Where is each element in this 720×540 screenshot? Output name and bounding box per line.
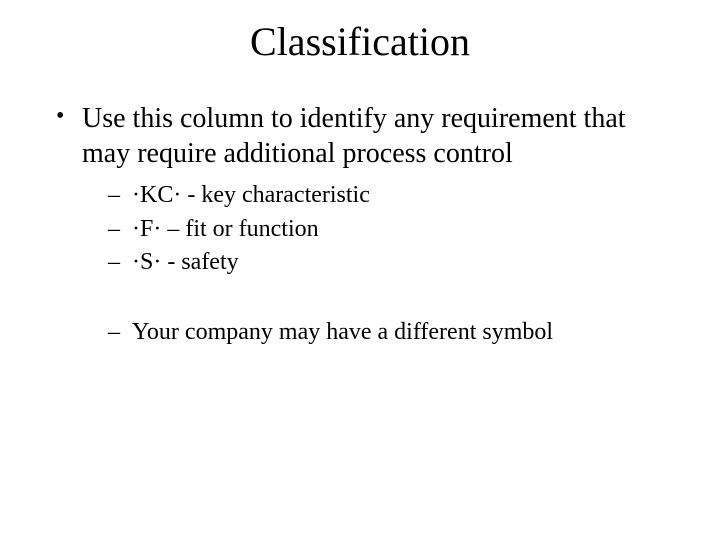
- bullet-list: Use this column to identify any requirem…: [40, 101, 680, 349]
- spacer: [82, 280, 680, 308]
- sub-item-kc: ·KC· - key characteristic: [108, 179, 680, 213]
- bullet-main-text: Use this column to identify any requirem…: [82, 103, 626, 169]
- sub-item-note: Your company may have a different symbol: [108, 316, 680, 350]
- bullet-main: Use this column to identify any requirem…: [54, 101, 680, 349]
- slide-title: Classification: [40, 18, 680, 65]
- slide: Classification Use this column to identi…: [0, 0, 720, 540]
- sub-item-f: ·F· – fit or function: [108, 213, 680, 247]
- sub-list: ·KC· - key characteristic ·F· – fit or f…: [82, 179, 680, 280]
- sub-list-note: Your company may have a different symbol: [82, 316, 680, 350]
- sub-item-s: ·S· - safety: [108, 246, 680, 280]
